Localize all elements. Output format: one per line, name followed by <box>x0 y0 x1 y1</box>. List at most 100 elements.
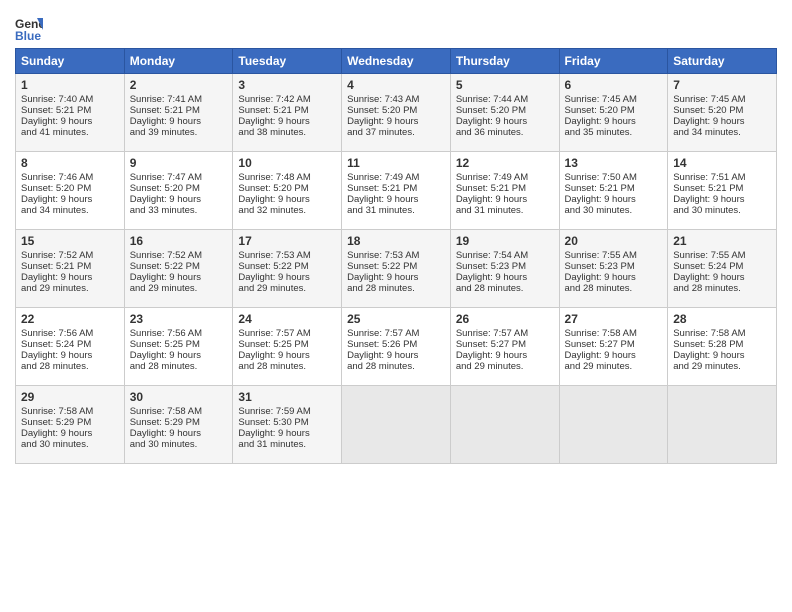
header: General Blue <box>15 10 777 42</box>
cell-line: Sunrise: 7:43 AM <box>347 94 445 105</box>
cell-line: Sunset: 5:21 PM <box>565 183 663 194</box>
cell-line: Daylight: 9 hours <box>238 194 336 205</box>
calendar-cell: 13 Sunrise: 7:50 AMSunset: 5:21 PMDayligh… <box>559 152 668 230</box>
cell-line: Daylight: 9 hours <box>238 272 336 283</box>
cell-line: Sunset: 5:29 PM <box>130 417 228 428</box>
cell-line: Sunset: 5:20 PM <box>565 105 663 116</box>
calendar-cell: 29Sunrise: 7:58 AMSunset: 5:29 PMDayligh… <box>16 386 125 464</box>
cell-line: Daylight: 9 hours <box>347 116 445 127</box>
cell-line: Daylight: 9 hours <box>238 116 336 127</box>
day-number: 15 <box>21 234 119 248</box>
cell-line: Sunrise: 7:52 AM <box>130 250 228 261</box>
col-header-monday: Monday <box>124 49 233 74</box>
cell-line: Daylight: 9 hours <box>21 272 119 283</box>
calendar-cell: 21Sunrise: 7:55 AMSunset: 5:24 PMDayligh… <box>668 230 777 308</box>
day-number: 21 <box>673 234 771 248</box>
cell-line: Daylight: 9 hours <box>673 272 771 283</box>
cell-line: and 31 minutes. <box>238 439 336 450</box>
calendar-cell: 2Sunrise: 7:41 AMSunset: 5:21 PMDaylight… <box>124 74 233 152</box>
day-number: 4 <box>347 78 445 92</box>
cell-line: Sunset: 5:21 PM <box>238 105 336 116</box>
cell-line: Sunrise: 7:50 AM <box>565 172 663 183</box>
cell-line: Sunrise: 7:40 AM <box>21 94 119 105</box>
col-header-tuesday: Tuesday <box>233 49 342 74</box>
day-number: 1 <box>21 78 119 92</box>
cell-line: Daylight: 9 hours <box>21 350 119 361</box>
calendar-cell: 9Sunrise: 7:47 AMSunset: 5:20 PMDaylight… <box>124 152 233 230</box>
day-number: 2 <box>130 78 228 92</box>
cell-line: Sunrise: 7:57 AM <box>456 328 554 339</box>
cell-line: and 33 minutes. <box>130 205 228 216</box>
day-number: 8 <box>21 156 119 170</box>
cell-line: and 28 minutes. <box>347 283 445 294</box>
cell-line: Sunset: 5:20 PM <box>673 105 771 116</box>
cell-line: Sunset: 5:22 PM <box>347 261 445 272</box>
cell-line: Sunrise: 7:54 AM <box>456 250 554 261</box>
cell-line: and 36 minutes. <box>456 127 554 138</box>
day-number: 31 <box>238 390 336 404</box>
cell-line: and 28 minutes. <box>347 361 445 372</box>
cell-line: and 29 minutes. <box>238 283 336 294</box>
calendar-cell: 15Sunrise: 7:52 AMSunset: 5:21 PMDayligh… <box>16 230 125 308</box>
cell-line: Sunset: 5:20 PM <box>238 183 336 194</box>
cell-line: Daylight: 9 hours <box>130 194 228 205</box>
cell-line: Sunrise: 7:44 AM <box>456 94 554 105</box>
cell-line: Sunset: 5:22 PM <box>238 261 336 272</box>
cell-line: Sunset: 5:21 PM <box>130 105 228 116</box>
cell-line: and 28 minutes. <box>130 361 228 372</box>
cell-line: Daylight: 9 hours <box>565 194 663 205</box>
cell-line: Sunset: 5:23 PM <box>565 261 663 272</box>
cell-line: and 31 minutes. <box>347 205 445 216</box>
cell-line: Sunrise: 7:59 AM <box>238 406 336 417</box>
cell-line: Daylight: 9 hours <box>673 194 771 205</box>
cell-line: Daylight: 9 hours <box>673 116 771 127</box>
cell-line: and 29 minutes. <box>673 361 771 372</box>
cell-line: Daylight: 9 hours <box>21 116 119 127</box>
calendar-cell: 18Sunrise: 7:53 AMSunset: 5:22 PMDayligh… <box>342 230 451 308</box>
calendar-cell: 5Sunrise: 7:44 AMSunset: 5:20 PMDaylight… <box>450 74 559 152</box>
cell-line: Daylight: 9 hours <box>130 272 228 283</box>
cell-line: Sunset: 5:20 PM <box>347 105 445 116</box>
day-number: 27 <box>565 312 663 326</box>
cell-line: and 30 minutes. <box>130 439 228 450</box>
cell-line: Sunset: 5:26 PM <box>347 339 445 350</box>
col-header-wednesday: Wednesday <box>342 49 451 74</box>
cell-line: and 31 minutes. <box>456 205 554 216</box>
cell-line: Sunset: 5:30 PM <box>238 417 336 428</box>
cell-line: Sunset: 5:22 PM <box>130 261 228 272</box>
cell-line: Sunset: 5:21 PM <box>347 183 445 194</box>
calendar-cell: 22Sunrise: 7:56 AMSunset: 5:24 PMDayligh… <box>16 308 125 386</box>
cell-line: Daylight: 9 hours <box>130 350 228 361</box>
cell-line: Sunrise: 7:56 AM <box>21 328 119 339</box>
cell-line: Sunset: 5:27 PM <box>456 339 554 350</box>
cell-line: Sunrise: 7:57 AM <box>347 328 445 339</box>
cell-line: Sunrise: 7:45 AM <box>673 94 771 105</box>
calendar-cell: 20Sunrise: 7:55 AMSunset: 5:23 PMDayligh… <box>559 230 668 308</box>
cell-line: and 29 minutes. <box>456 361 554 372</box>
cell-line: and 34 minutes. <box>21 205 119 216</box>
cell-line: Sunrise: 7:58 AM <box>21 406 119 417</box>
day-number: 25 <box>347 312 445 326</box>
calendar-table: SundayMondayTuesdayWednesdayThursdayFrid… <box>15 48 777 464</box>
cell-line: Sunrise: 7:53 AM <box>238 250 336 261</box>
day-number: 17 <box>238 234 336 248</box>
calendar-cell: 3Sunrise: 7:42 AMSunset: 5:21 PMDaylight… <box>233 74 342 152</box>
cell-line: and 28 minutes. <box>456 283 554 294</box>
cell-line: Sunset: 5:20 PM <box>21 183 119 194</box>
logo: General Blue <box>15 14 47 42</box>
calendar-cell: 14Sunrise: 7:51 AMSunset: 5:21 PMDayligh… <box>668 152 777 230</box>
cell-line: Daylight: 9 hours <box>456 350 554 361</box>
calendar-cell: 7Sunrise: 7:45 AMSunset: 5:20 PMDaylight… <box>668 74 777 152</box>
calendar-cell: 4 Sunrise: 7:43 AMSunset: 5:20 PMDaylight… <box>342 74 451 152</box>
day-number: 24 <box>238 312 336 326</box>
calendar-cell: 30Sunrise: 7:58 AMSunset: 5:29 PMDayligh… <box>124 386 233 464</box>
cell-line: Daylight: 9 hours <box>21 428 119 439</box>
cell-line: Sunrise: 7:45 AM <box>565 94 663 105</box>
cell-line: Sunrise: 7:58 AM <box>130 406 228 417</box>
calendar-cell: 28Sunrise: 7:58 AMSunset: 5:28 PMDayligh… <box>668 308 777 386</box>
cell-line: Sunset: 5:27 PM <box>565 339 663 350</box>
calendar-cell: 12Sunrise: 7:49 AMSunset: 5:21 PMDayligh… <box>450 152 559 230</box>
day-number: 13 <box>565 156 663 170</box>
calendar-cell: 23Sunrise: 7:56 AMSunset: 5:25 PMDayligh… <box>124 308 233 386</box>
cell-line: Daylight: 9 hours <box>347 350 445 361</box>
